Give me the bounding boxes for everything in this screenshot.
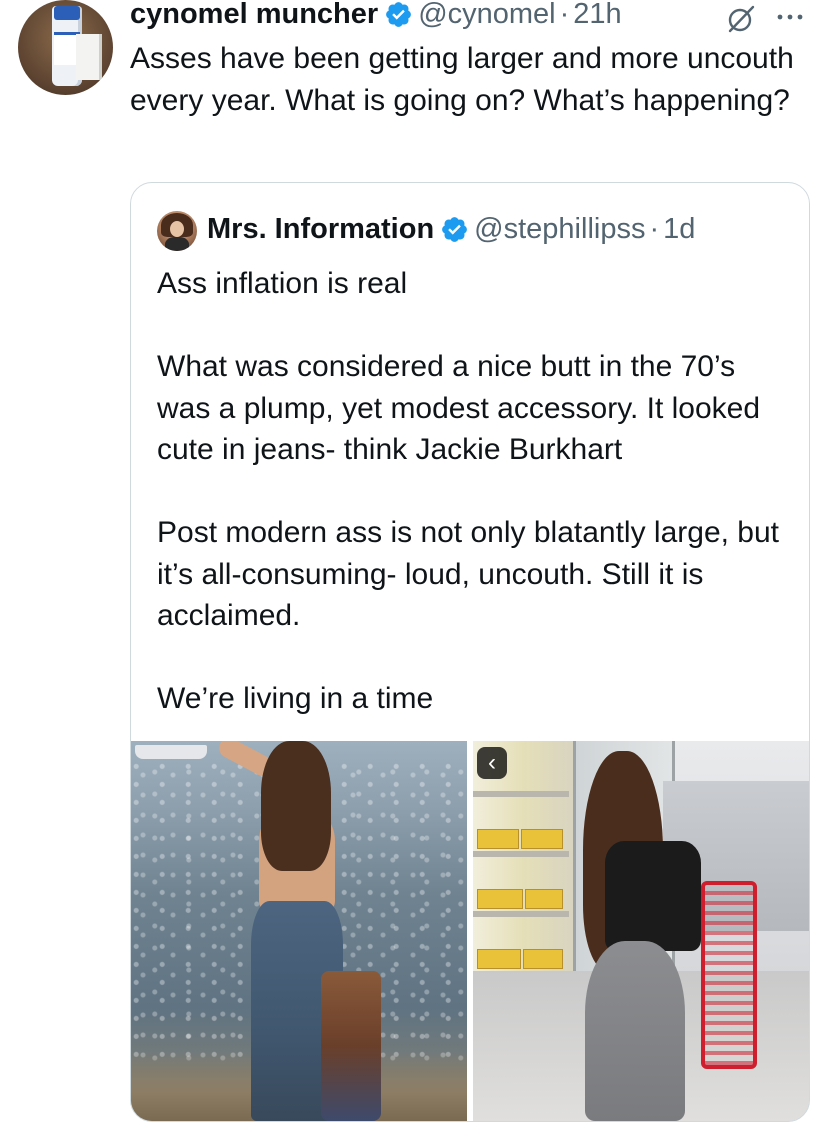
boat-graphic [135,745,207,759]
quoted-author-name[interactable]: Mrs. Information [207,211,434,247]
post-time[interactable]: 21h [573,0,621,32]
quoted-author-avatar[interactable] [157,211,197,251]
quoted-tweet-card[interactable]: Mrs. Information @stephillipss · 1d Ass … [130,182,810,1122]
tweet-view: cynomel muncher @cynomel · 21h Asses hav… [0,0,828,1132]
pill-box-graphic [76,34,102,80]
tweet-header: cynomel muncher @cynomel · 21h [130,0,622,34]
media-grid: ‹ [131,741,809,1121]
photo-woman-by-sea[interactable] [131,741,467,1121]
verified-badge-icon [386,1,412,27]
grok-icon[interactable] [726,4,756,34]
more-options-icon[interactable] [775,10,805,24]
quoted-post-time[interactable]: 1d [663,211,695,247]
separator-dot: · [559,0,570,30]
media-back-button[interactable]: ‹ [477,747,507,779]
quoted-tweet-header: Mrs. Information @stephillipss · 1d [207,209,695,249]
quoted-author-handle[interactable]: @stephillipss [474,211,645,247]
verified-badge-icon [442,216,468,242]
author-avatar[interactable] [18,0,113,95]
quoted-tweet-text: Ass inflation is real What was considere… [157,267,780,715]
photo-woman-in-store[interactable]: ‹ [473,741,809,1121]
shopping-cart-graphic [701,881,757,1069]
separator-dot: · [649,213,660,245]
author-handle[interactable]: @cynomel [418,0,555,32]
person-in-jeans-graphic [211,741,411,1121]
author-name[interactable]: cynomel muncher [130,0,378,32]
tweet-text: Asses have been getting larger and more … [130,42,794,117]
